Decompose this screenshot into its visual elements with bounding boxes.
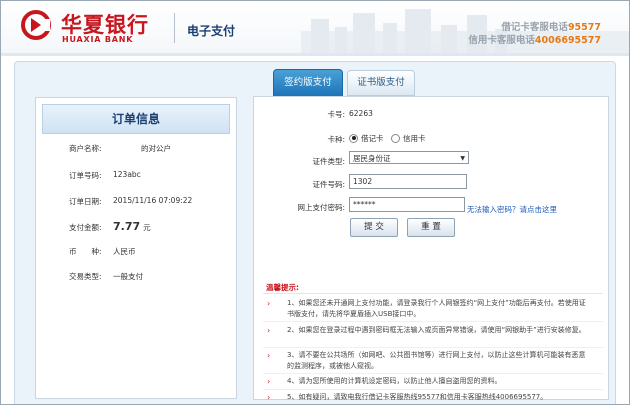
tip-divider	[263, 321, 603, 322]
radio-label: 信用卡	[403, 134, 426, 143]
hotline-credit-number: 4006695577	[534, 35, 601, 46]
tab-certificate-payment[interactable]: 证书版支付	[347, 70, 415, 96]
order-amount: 7.77 元	[113, 220, 151, 233]
order-row-order-number: 订单号码: 123abc	[69, 170, 239, 184]
radio-label: 借记卡	[361, 134, 384, 143]
header-underline	[1, 53, 629, 56]
id-type-selected: 居民身份证	[353, 154, 391, 163]
order-value: 的对公户	[141, 144, 171, 153]
section-title: 电子支付	[187, 24, 236, 38]
order-value: 2015/11/16 07:09:22	[113, 196, 193, 205]
id-number-label: 证件号码:	[312, 180, 345, 189]
tip-divider	[263, 347, 603, 348]
tip-divider	[263, 373, 603, 374]
chevron-right-icon: ›	[267, 299, 271, 308]
order-row-currency: 币 种: 人民币	[69, 246, 239, 260]
submit-button[interactable]: 提 交	[350, 218, 398, 237]
amount-unit: 元	[143, 223, 151, 232]
order-label: 商户名称:	[69, 144, 102, 153]
hotline-debit-label: 借记卡客服电话	[501, 22, 568, 33]
tip-divider	[263, 389, 603, 390]
tips-title: 温馨提示:	[266, 283, 299, 292]
chevron-right-icon: ›	[267, 326, 271, 335]
order-row-order-date: 订单日期: 2015/11/16 07:09:22	[69, 196, 239, 210]
order-value: 123abc	[113, 170, 141, 179]
order-label: 订单日期:	[69, 197, 102, 206]
order-value: 人民币	[113, 247, 136, 256]
header: 华夏银行 HUAXIA BANK 电子支付 借记卡客服电话95577 信用卡客服…	[1, 1, 629, 53]
id-number-input[interactable]: 1302	[349, 174, 467, 189]
order-label: 币 种:	[69, 247, 102, 256]
card-type-radio-debit[interactable]: 借记卡	[349, 133, 384, 144]
amount-value: 7.77	[113, 220, 141, 233]
chevron-right-icon: ›	[267, 393, 271, 402]
chevron-right-icon: ›	[267, 351, 271, 360]
tip-text: 4、请为您所使用的计算机设定密码，以防止他人擅自盗用您的资料。	[287, 377, 502, 385]
chevron-right-icon: ›	[267, 377, 271, 386]
reset-button[interactable]: 重 置	[407, 218, 455, 237]
password-input[interactable]: ******	[349, 197, 465, 212]
order-label: 订单号码:	[69, 171, 102, 180]
header-divider	[174, 13, 175, 43]
bank-logo-icon	[21, 10, 51, 40]
tip-text: 3、请不要在公共场所（如网吧、公共图书馆等）进行网上支付，以防止这些计算机可能装…	[287, 351, 586, 370]
page-frame: 华夏银行 HUAXIA BANK 电子支付 借记卡客服电话95577 信用卡客服…	[0, 0, 630, 405]
order-value: 一般支付	[113, 272, 143, 281]
tips-divider	[263, 293, 603, 294]
hotline-debit-number: 95577	[567, 22, 601, 33]
radio-icon[interactable]	[349, 133, 358, 143]
order-label: 支付金额:	[69, 223, 102, 232]
order-label: 交易类型:	[69, 272, 102, 281]
id-type-select[interactable]: 居民身份证 ▼	[349, 151, 469, 164]
card-type-radio-credit[interactable]: 信用卡	[391, 133, 426, 144]
card-number-label: 卡号:	[327, 110, 345, 119]
card-number-value: 62263	[349, 109, 373, 118]
hotline-credit-label: 信用卡客服电话	[468, 35, 535, 46]
hotline-block: 借记卡客服电话95577 信用卡客服电话4006695577	[468, 21, 601, 47]
order-row-transaction-type: 交易类型: 一般支付	[69, 271, 239, 285]
tip-text: 2、如果您在登录过程中遇到密码框无法输入或页面异常错误，请使用“网银助手”进行安…	[287, 326, 586, 334]
order-row-amount: 支付金额: 7.77 元	[69, 220, 239, 234]
tip-text: 1、如果您还未开通网上支付功能，请登录我行个人网银签约“网上支付”功能后再支付。…	[287, 299, 586, 318]
card-type-label: 卡种:	[327, 135, 345, 144]
dropdown-arrow-icon[interactable]: ▼	[460, 152, 465, 165]
radio-icon[interactable]	[391, 133, 400, 143]
tip-text: 5、如有疑问，请致电我行借记卡客服热线95577和信用卡客服热线40066955…	[287, 393, 548, 401]
password-label: 网上支付密码:	[297, 203, 345, 212]
tab-signed-payment[interactable]: 签约版支付	[273, 69, 343, 97]
bank-name-english: HUAXIA BANK	[62, 35, 134, 44]
id-type-label: 证件类型:	[312, 157, 345, 166]
forgot-password-link[interactable]: 无法输入密码？请点击这里	[467, 204, 557, 215]
order-info-title: 订单信息	[42, 104, 230, 134]
order-row-merchant: 商户名称: 的对公户	[69, 143, 239, 157]
